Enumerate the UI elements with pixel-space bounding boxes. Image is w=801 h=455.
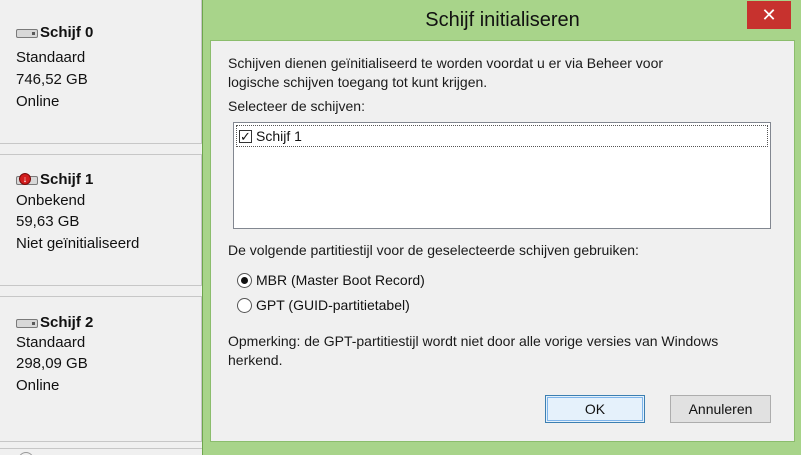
disk-checkbox[interactable]: ✓ [239,129,252,143]
dialog-client: Schijven dienen geïnitialiseerd te worde… [210,40,795,442]
disk-card-0[interactable]: Schijf 0 Standaard 746,52 GB Online [0,0,202,144]
mbr-radio[interactable] [237,272,252,288]
cancel-label: Annuleren [688,401,753,417]
dialog-titlebar[interactable]: Schijf initialiseren ✕ [203,0,801,40]
cancel-button[interactable]: Annuleren [670,395,771,423]
gpt-option[interactable]: GPT (GUID-partitietabel) [237,297,410,313]
gpt-radio[interactable] [237,297,252,313]
disk-name: Schijf 2 [40,314,94,331]
initialize-disk-dialog: Schijf initialiseren ✕ Schijven dienen g… [202,0,801,455]
disk-size: 59,63 GB [16,213,80,230]
disk-size: 746,52 GB [16,71,88,88]
intro-text: Schijven dienen geïnitialiseerd te worde… [228,54,663,92]
gpt-label: GPT (GUID-partitietabel) [256,297,410,313]
disk-status: Online [16,93,60,110]
note-line-1: Opmerking: de GPT-partitiestijl wordt ni… [228,333,719,349]
disk-panel: Schijf 0 Standaard 746,52 GB Online ↓ Sc… [0,0,202,455]
select-disks-label: Selecteer de schijven: [228,98,365,114]
close-icon: ✕ [761,4,777,25]
note-line-2: herkend. [228,352,283,368]
list-item-label: Schijf 1 [256,128,302,144]
disk-name: Schijf 0 [40,24,94,41]
list-item-schijf-1[interactable]: ✓ Schijf 1 [236,125,768,147]
intro-line-1: Schijven dienen geïnitialiseerd te worde… [228,55,664,71]
gpt-note: Opmerking: de GPT-partitiestijl wordt ni… [228,332,718,370]
disk-listbox[interactable]: ✓ Schijf 1 [233,122,771,229]
disk-type: Standaard [16,49,86,66]
disk-icon [16,316,38,330]
disk-card-2[interactable]: Schijf 2 Standaard 298,09 GB Online [0,296,202,442]
ok-button[interactable]: OK [545,395,645,423]
mbr-option[interactable]: MBR (Master Boot Record) [237,272,425,288]
disk-status: Niet geïnitialiseerd [16,235,140,252]
screen: Schijf 0 Standaard 746,52 GB Online ↓ Sc… [0,0,801,455]
disk-card-1[interactable]: ↓ Schijf 1 Onbekend 59,63 GB Niet geïnit… [0,154,202,286]
disk-size: 298,09 GB [16,355,88,372]
disk-icon [16,26,38,40]
disk-name: Schijf 1 [40,171,94,188]
ok-label: OK [584,401,606,417]
intro-line-2: logische schijven toegang tot kunt krijg… [228,74,488,90]
partition-style-label: De volgende partitiestijl voor de gesele… [228,242,639,258]
close-button[interactable]: ✕ [747,1,791,29]
disk-status: Online [16,377,60,394]
mbr-label: MBR (Master Boot Record) [256,272,425,288]
disk-type: Onbekend [16,192,86,209]
disk-type: Standaard [16,334,86,351]
dialog-title: Schijf initialiseren [425,9,580,31]
disk-error-icon: ↓ [16,172,38,187]
